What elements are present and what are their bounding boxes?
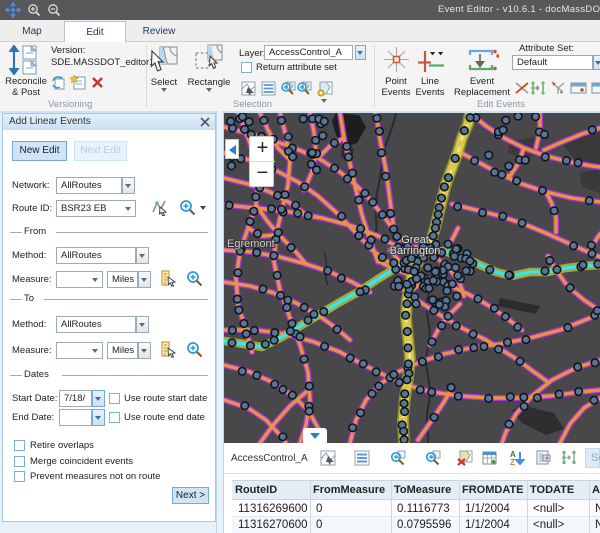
svg-text:Z: Z [510,458,515,466]
svg-text:Egremont: Egremont [227,238,275,250]
svg-text:Barrington: Barrington [390,245,441,257]
